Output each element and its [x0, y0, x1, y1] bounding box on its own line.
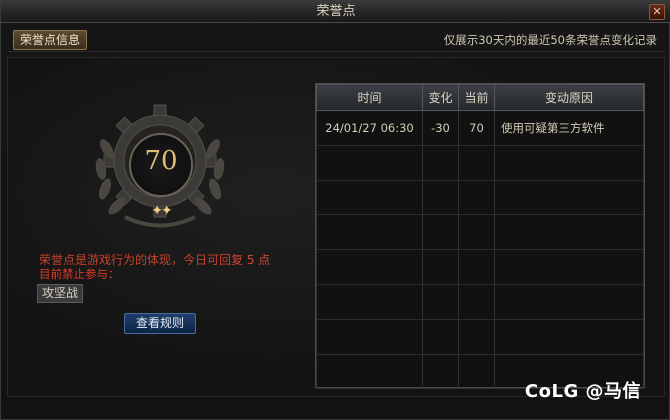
- cell-change: [422, 353, 459, 390]
- cell-time: 24/01/27 06:30: [316, 110, 423, 146]
- cell-current: 70: [458, 110, 495, 146]
- banned-activity-tag: 攻坚战: [37, 284, 83, 303]
- cell-change: [422, 179, 459, 216]
- cell-current: [458, 179, 495, 216]
- cell-time: [316, 249, 423, 285]
- col-header-reason: 变动原因: [494, 84, 644, 111]
- cell-change: [422, 144, 459, 181]
- history-table: 时间 变化 当前 变动原因 24/01/27 06:30 -30 70 使用可疑…: [315, 83, 645, 390]
- honor-points-window: 荣誉点 ✕ 荣誉点信息 仅展示30天内的最近50条荣誉点变化记录 70 ✦✦ 荣…: [0, 0, 670, 420]
- cell-reason: [494, 144, 644, 181]
- cell-time: [316, 179, 423, 216]
- cell-change: [422, 318, 459, 355]
- cell-time: [316, 214, 423, 251]
- cell-change: [422, 214, 459, 251]
- tab-honor-info[interactable]: 荣誉点信息: [13, 30, 87, 50]
- honor-score-value: 70: [144, 146, 178, 176]
- col-header-current: 当前: [458, 84, 495, 111]
- col-header-change: 变化: [422, 84, 459, 111]
- cell-current: [458, 283, 495, 320]
- watermark: CoLG @马信: [524, 381, 641, 402]
- honor-description-text: 荣誉点是游戏行为的体现，今日可回复: [39, 253, 244, 267]
- cell-change: [422, 283, 459, 320]
- cell-time: [316, 353, 423, 390]
- table-header-row: 时间 变化 当前 变动原因: [316, 84, 644, 111]
- table-row: [316, 249, 644, 285]
- cell-reason: [494, 283, 644, 320]
- col-header-time: 时间: [316, 84, 423, 111]
- cell-reason: [494, 179, 644, 216]
- cell-reason: [494, 318, 644, 355]
- cell-reason: [494, 249, 644, 285]
- divider: [7, 51, 665, 52]
- window-title: 荣誉点: [316, 4, 356, 19]
- cell-change: -30: [422, 110, 459, 146]
- close-button[interactable]: ✕: [649, 4, 665, 20]
- cell-current: [458, 249, 495, 285]
- table-row: [316, 144, 644, 181]
- cell-reason: 使用可疑第三方软件: [494, 110, 644, 146]
- view-rules-button[interactable]: 查看规则: [124, 313, 196, 334]
- table-row: [316, 318, 644, 355]
- cell-time: [316, 318, 423, 355]
- recover-points: 5 点: [243, 253, 271, 267]
- cell-time: [316, 144, 423, 181]
- table-row: [316, 283, 644, 320]
- cell-current: [458, 353, 495, 390]
- cell-time: [316, 283, 423, 320]
- table-row: 24/01/27 06:30 -30 70 使用可疑第三方软件: [316, 110, 644, 146]
- cell-change: [422, 249, 459, 285]
- star-rating-icon: ✦✦: [151, 203, 172, 219]
- ban-label: 目前禁止参与：: [39, 267, 120, 281]
- cell-current: [458, 144, 495, 181]
- cell-current: [458, 318, 495, 355]
- title-bar: 荣誉点 ✕: [1, 1, 670, 23]
- cell-current: [458, 214, 495, 251]
- table-row: [316, 214, 644, 251]
- table-row: [316, 179, 644, 216]
- record-note: 仅展示30天内的最近50条荣誉点变化记录: [443, 33, 657, 47]
- cell-reason: [494, 214, 644, 251]
